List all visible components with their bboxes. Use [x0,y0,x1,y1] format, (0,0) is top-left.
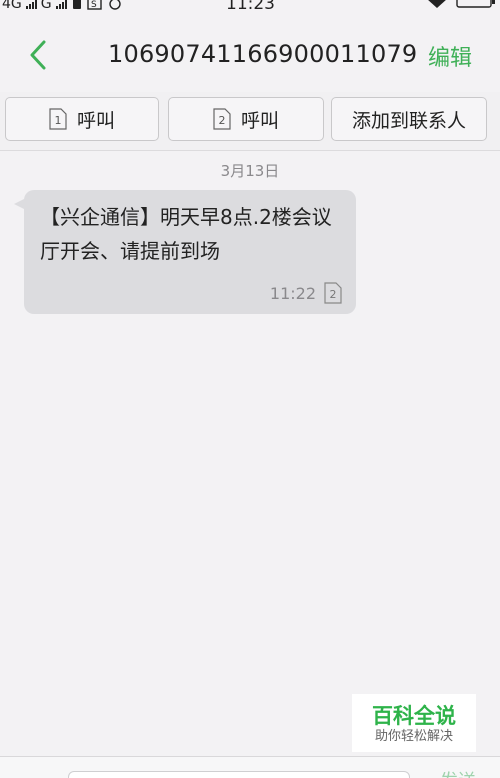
status-time: 11:23 [226,0,275,14]
sim2-icon: 2 [213,108,231,130]
message-bubble[interactable]: 【兴企通信】明天早8点.2楼会议厅开会、请提前到场 11:22 2 [14,190,356,314]
signal-icon [55,0,67,9]
sender-number: 10690741166900011079 [108,40,418,68]
back-button[interactable] [22,38,56,72]
action-bar: 1 呼叫 2 呼叫 添加到联系人 [0,92,500,151]
svg-text:1: 1 [54,114,61,127]
message-text: 【兴企通信】明天早8点.2楼会议厅开会、请提前到场 [40,205,332,263]
qq-icon [108,0,121,10]
battery-icon [456,0,495,8]
conversation-header: 10690741166900011079 编辑 [0,20,500,92]
signal-icon [25,0,37,9]
message-time: 11:22 [269,284,316,303]
status-left: 4G G S [2,0,123,11]
network-type-sim1: 4G [2,0,22,12]
call-sim1-label: 呼叫 [76,109,115,132]
chevron-left-icon [30,40,46,70]
notification-icon [72,0,81,9]
add-contact-button[interactable]: 添加到联系人 [331,97,487,141]
send-button[interactable]: 发送 [440,767,476,778]
wifi-icon [428,0,446,8]
edit-button[interactable]: 编辑 [428,40,472,72]
watermark-title: 百科全说 [372,704,456,728]
network-type-sim2: G [40,0,52,12]
sms-conversation-screen: 4G G S 11:23 10690741166900011079 编辑 1 呼… [0,0,500,778]
watermark-subtitle: 助你轻松解决 [374,729,453,744]
sim-app-icon: S [86,0,102,10]
sim2-icon: 2 [324,282,342,304]
compose-bar: 发送 [0,756,500,778]
svg-text:2: 2 [218,114,225,127]
watermark-logo: 百科全说 助你轻松解决 [352,694,476,752]
add-contact-label: 添加到联系人 [351,109,466,132]
svg-text:2: 2 [330,288,337,301]
call-sim2-label: 呼叫 [240,109,279,132]
call-sim1-button[interactable]: 1 呼叫 [5,97,159,141]
status-right [426,0,496,8]
bubble-tail [14,198,26,210]
message-input[interactable] [68,771,410,778]
svg-text:S: S [91,0,97,10]
sim1-icon: 1 [49,108,67,130]
date-separator: 3月13日 [220,162,280,180]
call-sim2-button[interactable]: 2 呼叫 [168,97,324,141]
status-bar: 4G G S 11:23 [0,0,500,14]
